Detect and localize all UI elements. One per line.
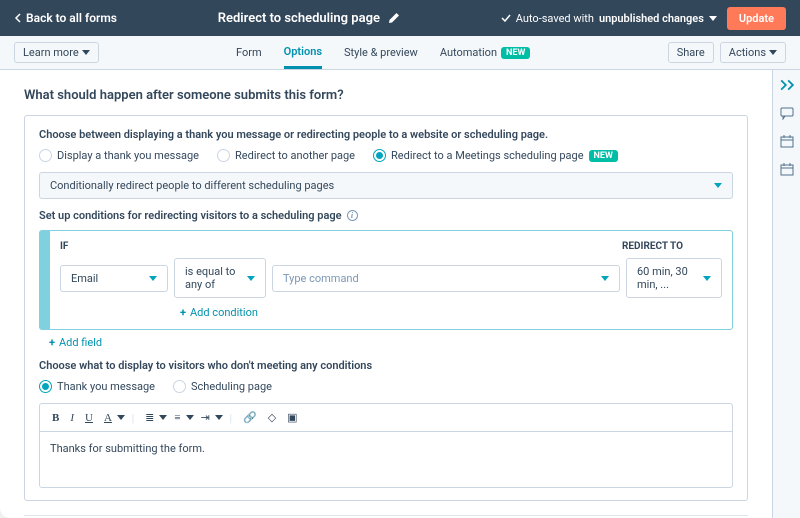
chevron-left-icon xyxy=(14,13,21,23)
field-select[interactable]: Email xyxy=(60,265,168,292)
chevron-down-icon xyxy=(709,16,717,21)
chevron-down-icon xyxy=(82,50,90,55)
help-text: Choose between displaying a thank you me… xyxy=(39,128,733,141)
info-icon[interactable]: i xyxy=(347,210,358,221)
radio-icon xyxy=(39,149,52,162)
submit-action-box: Choose between displaying a thank you me… xyxy=(24,115,748,501)
drag-handle[interactable] xyxy=(40,231,50,329)
tab-form[interactable]: Form xyxy=(236,37,262,69)
conditions-title: Set up conditions for redirecting visito… xyxy=(39,209,342,222)
redirect-mode-select[interactable]: Conditionally redirect people to differe… xyxy=(39,172,733,199)
redirect-target-select[interactable]: 60 min, 30 min, ... xyxy=(626,258,722,298)
radio-fallback-scheduling[interactable]: Scheduling page xyxy=(173,380,272,393)
radio-icon xyxy=(173,380,186,393)
learn-more-button[interactable]: Learn more xyxy=(14,42,99,63)
calendar-icon[interactable] xyxy=(780,134,794,148)
chevron-down-icon xyxy=(769,50,777,55)
back-label: Back to all forms xyxy=(26,11,117,25)
radio-icon xyxy=(373,149,386,162)
erase-button[interactable]: ◇ xyxy=(264,409,280,426)
rich-text-editor: B I U A | ≣ ≡ ⇥ | 🔗 ◇ ▣ Thanks for submi… xyxy=(39,403,733,488)
bold-button[interactable]: B xyxy=(48,410,63,426)
value-input[interactable]: Type command xyxy=(272,265,620,292)
actions-button[interactable]: Actions xyxy=(720,42,786,63)
image-button[interactable]: ▣ xyxy=(283,409,301,426)
check-icon xyxy=(501,13,511,23)
bullet-list-button[interactable]: ≣ xyxy=(141,409,158,426)
tab-style-preview[interactable]: Style & preview xyxy=(344,37,418,69)
add-condition-link[interactable]: +Add condition xyxy=(180,306,722,319)
indent-button[interactable]: ⇥ xyxy=(197,409,214,426)
save-status[interactable]: Auto-saved with unpublished changes xyxy=(501,12,717,25)
add-field-link[interactable]: +Add field xyxy=(49,336,733,349)
back-to-forms-link[interactable]: Back to all forms xyxy=(14,11,117,25)
text-color-button[interactable]: A xyxy=(100,410,116,426)
operator-select[interactable]: is equal to any of xyxy=(174,258,266,298)
chevron-down-icon xyxy=(703,276,711,281)
page-title: Redirect to scheduling page xyxy=(218,11,380,26)
underline-button[interactable]: U xyxy=(81,410,97,426)
editor-body[interactable]: Thanks for submitting the form. xyxy=(40,432,732,487)
chevron-down-icon xyxy=(149,276,157,281)
redirect-to-label: REDIRECT TO xyxy=(622,241,722,252)
if-label: IF xyxy=(60,241,175,252)
collapse-icon[interactable] xyxy=(780,78,794,92)
chevron-down-icon xyxy=(601,276,609,281)
chevron-down-icon xyxy=(714,183,722,188)
calendar-icon-2[interactable] xyxy=(780,162,794,176)
tab-automation[interactable]: AutomationNEW xyxy=(440,37,531,69)
radio-redirect-page[interactable]: Redirect to another page xyxy=(217,149,355,162)
right-sidebar xyxy=(772,70,800,518)
new-badge: NEW xyxy=(501,47,530,59)
update-button[interactable]: Update xyxy=(727,7,786,30)
new-badge: NEW xyxy=(589,150,618,162)
align-button[interactable]: ≡ xyxy=(170,410,184,426)
radio-icon xyxy=(39,380,52,393)
editor-toolbar: B I U A | ≣ ≡ ⇥ | 🔗 ◇ ▣ xyxy=(40,404,732,432)
radio-icon xyxy=(217,149,230,162)
radio-thank-you[interactable]: Display a thank you message xyxy=(39,149,199,162)
edit-icon[interactable] xyxy=(388,12,400,24)
radio-fallback-thankyou[interactable]: Thank you message xyxy=(39,380,155,393)
italic-button[interactable]: I xyxy=(66,410,78,426)
link-button[interactable]: 🔗 xyxy=(239,409,261,426)
section-heading: What should happen after someone submits… xyxy=(24,88,748,103)
share-button[interactable]: Share xyxy=(668,42,714,63)
comment-icon[interactable] xyxy=(780,106,794,120)
tab-options[interactable]: Options xyxy=(284,37,322,69)
condition-box: IF REDIRECT TO Email is equal to any of … xyxy=(39,230,733,330)
radio-redirect-meetings[interactable]: Redirect to a Meetings scheduling pageNE… xyxy=(373,149,618,162)
chevron-down-icon xyxy=(247,276,255,281)
fallback-title: Choose what to display to visitors who d… xyxy=(39,359,733,372)
